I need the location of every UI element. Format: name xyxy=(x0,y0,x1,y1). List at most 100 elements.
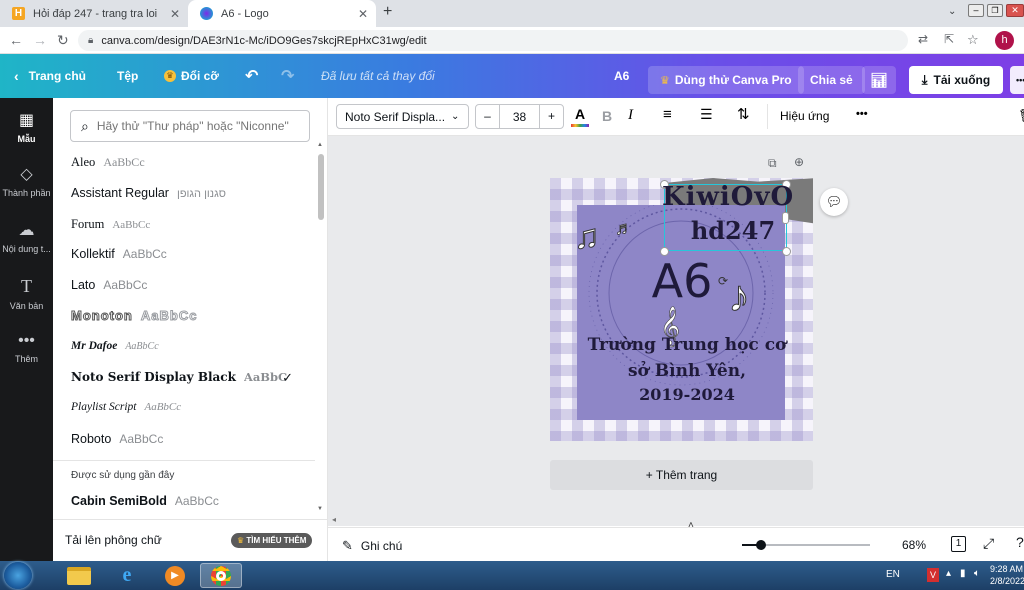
url-input[interactable]: 🔒︎ canva.com/design/DAE3rN1c-Mc/iDO9Ges7… xyxy=(78,30,908,51)
undo-button[interactable]: ↶ xyxy=(245,54,258,98)
font-item-roboto[interactable]: Roboto AaBbCc xyxy=(71,432,311,446)
design-logo-text[interactable]: A6 xyxy=(642,254,722,308)
taskbar-ie[interactable]: e xyxy=(106,563,148,588)
input-language[interactable]: EN xyxy=(886,569,900,580)
font-sample: AaBbCc xyxy=(140,308,198,324)
design-text-line2[interactable]: hd247 xyxy=(674,216,792,246)
resize-handle[interactable] xyxy=(782,247,791,256)
font-search[interactable]: ⌕ xyxy=(70,110,310,142)
design-text-line1[interactable]: KiwiOvO xyxy=(662,182,793,212)
translate-icon[interactable]: ⇄ xyxy=(918,32,928,46)
font-item-mr-dafoe[interactable]: Mr Dafoe AaBbCc xyxy=(71,340,311,352)
share-page-icon[interactable]: ⇱ xyxy=(944,32,954,46)
font-item-lato[interactable]: Lato AaBbCc xyxy=(71,278,311,292)
design-school-text[interactable]: Trường Trung học cơ sở Bình Yên, xyxy=(578,332,796,384)
upload-font-link[interactable]: Tải lên phông chữ xyxy=(65,533,162,547)
font-family-dropdown[interactable]: Noto Serif Displa... ⌄ xyxy=(336,104,469,129)
font-item-monoton[interactable]: Monoton AaBbCc xyxy=(71,308,311,324)
bold-button[interactable]: B xyxy=(602,108,612,124)
redo-button[interactable]: ↷ xyxy=(281,54,294,98)
tab-search-icon[interactable]: ⌄ xyxy=(948,6,956,17)
align-center-icon[interactable]: ≡ xyxy=(663,106,672,123)
scroll-left-icon[interactable]: ◂ xyxy=(332,515,336,524)
page-count-button[interactable]: 1 xyxy=(951,536,966,552)
taskbar-chrome[interactable] xyxy=(200,563,242,588)
bookmark-star-icon[interactable]: ☆ xyxy=(967,32,979,48)
tab-hoidap[interactable]: H Hỏi đáp 247 - trang tra loi ✕ xyxy=(0,0,188,27)
font-size-stepper: – 38 + xyxy=(475,104,564,129)
design-years-text[interactable]: 2019-2024 xyxy=(578,384,796,406)
more-options-button[interactable]: ••• xyxy=(1010,54,1024,98)
back-icon[interactable]: ← xyxy=(9,32,23,48)
font-item-noto-serif-display-black[interactable]: Noto Serif Display Black AaBbCc ✓ xyxy=(71,370,311,385)
taskbar-media[interactable]: ▶ xyxy=(154,563,196,588)
unikey-icon[interactable]: V xyxy=(927,568,939,582)
rotate-handle-icon[interactable]: ⟳ xyxy=(718,274,728,288)
reload-icon[interactable]: ↻ xyxy=(57,32,69,49)
try-pro-button[interactable]: ♛ Dùng thử Canva Pro xyxy=(648,54,804,98)
download-button[interactable]: ⤓ Tải xuống xyxy=(909,54,1003,98)
share-button[interactable]: Chia sẻ xyxy=(798,54,865,98)
font-item-assistant[interactable]: Assistant Regular סגנון הגופן xyxy=(71,186,311,200)
zoom-percentage[interactable]: 68% xyxy=(902,538,926,552)
minimize-icon[interactable]: – xyxy=(968,3,984,17)
chrome-icon xyxy=(211,565,231,586)
spacing-icon[interactable]: ⇅ xyxy=(737,105,750,123)
duplicate-page-icon[interactable]: ⧉ xyxy=(768,156,777,171)
scroll-down-icon[interactable]: ▼ xyxy=(317,506,323,512)
zoom-slider[interactable] xyxy=(742,540,870,550)
trash-icon[interactable]: 🗑︎ xyxy=(1018,108,1024,124)
document-title[interactable]: A6 xyxy=(614,54,629,98)
upload-font-footer: Tải lên phông chữ ♛ TÌM HIỂU THÊM xyxy=(53,519,327,561)
internet-explorer-icon: e xyxy=(122,564,132,586)
zoom-slider-thumb[interactable] xyxy=(756,540,767,550)
comment-icon[interactable]: 💬︎ xyxy=(820,188,848,216)
list-icon[interactable]: ☰ xyxy=(700,106,713,123)
fullscreen-icon[interactable]: ⤢ xyxy=(983,535,994,552)
effects-button[interactable]: Hiệu ứng xyxy=(780,109,829,123)
scrollbar-thumb[interactable] xyxy=(318,154,324,220)
design-page[interactable]: ♫ ♬ ♪ 𝄞 KiwiOvO hd247 A6 ⟳ Trường Trung … xyxy=(550,178,813,441)
file-menu-button[interactable]: Tệp xyxy=(117,54,138,98)
notes-button[interactable]: ✎ Ghi chú xyxy=(342,538,402,554)
tab-canva[interactable]: A6 - Logo ✕ xyxy=(188,0,376,27)
help-icon[interactable]: ? xyxy=(1016,534,1024,550)
window-close-icon[interactable]: ✕ xyxy=(1006,3,1024,17)
font-item-forum[interactable]: Forum AaBbCc xyxy=(71,217,311,232)
add-page-icon[interactable]: ⊕ xyxy=(794,155,804,169)
font-item-cabin-semibold[interactable]: Cabin SemiBold AaBbCc xyxy=(71,494,311,508)
resize-button[interactable]: ♛ Đổi cỡ xyxy=(164,54,219,98)
taskbar-explorer[interactable] xyxy=(58,563,100,588)
font-item-playlist-script[interactable]: Playlist Script AaBbCc xyxy=(71,401,311,413)
decrease-font-size-button[interactable]: – xyxy=(476,105,500,128)
font-size-input[interactable]: 38 xyxy=(500,110,539,124)
profile-avatar[interactable]: h xyxy=(995,31,1014,50)
add-page-button[interactable]: + Thêm trang xyxy=(550,460,813,490)
italic-button[interactable]: I xyxy=(628,107,633,124)
rail-item-more[interactable]: ••• Thêm xyxy=(0,332,53,364)
rail-item-uploads[interactable]: ☁ Nội dung t... xyxy=(0,220,53,254)
home-button[interactable]: ‹ Trang chủ xyxy=(14,54,86,98)
tray-arrow-icon[interactable]: ▴ xyxy=(946,568,951,579)
close-icon[interactable]: ✕ xyxy=(170,7,180,21)
scroll-up-icon[interactable]: ▲ xyxy=(317,142,323,148)
close-icon[interactable]: ✕ xyxy=(358,7,368,21)
start-button[interactable] xyxy=(4,562,32,589)
rail-item-elements[interactable]: ◇ Thành phần xyxy=(0,164,53,198)
font-item-kollektif[interactable]: Kollektif AaBbCc xyxy=(71,247,311,261)
new-tab-button[interactable]: + xyxy=(383,3,392,21)
learn-more-badge[interactable]: ♛ TÌM HIỂU THÊM xyxy=(231,533,313,548)
font-item-aleo[interactable]: Aleo AaBbCc xyxy=(71,155,311,170)
font-search-input[interactable] xyxy=(96,119,297,133)
network-icon[interactable]: ▮ xyxy=(960,568,966,579)
more-format-options-button[interactable]: ••• xyxy=(856,108,868,120)
maximize-icon[interactable]: ❐ xyxy=(987,3,1003,17)
rail-item-templates[interactable]: ▦ Mẫu xyxy=(0,110,53,144)
rail-item-text[interactable]: T Văn bản xyxy=(0,276,53,311)
text-color-button[interactable]: A xyxy=(571,106,589,127)
increase-font-size-button[interactable]: + xyxy=(539,105,563,128)
insights-button[interactable]: 📊︎ xyxy=(862,54,896,98)
forward-icon[interactable]: → xyxy=(33,32,47,48)
volume-icon[interactable]: 🔈︎ xyxy=(974,568,980,579)
cloud-upload-icon: ☁ xyxy=(18,222,35,239)
